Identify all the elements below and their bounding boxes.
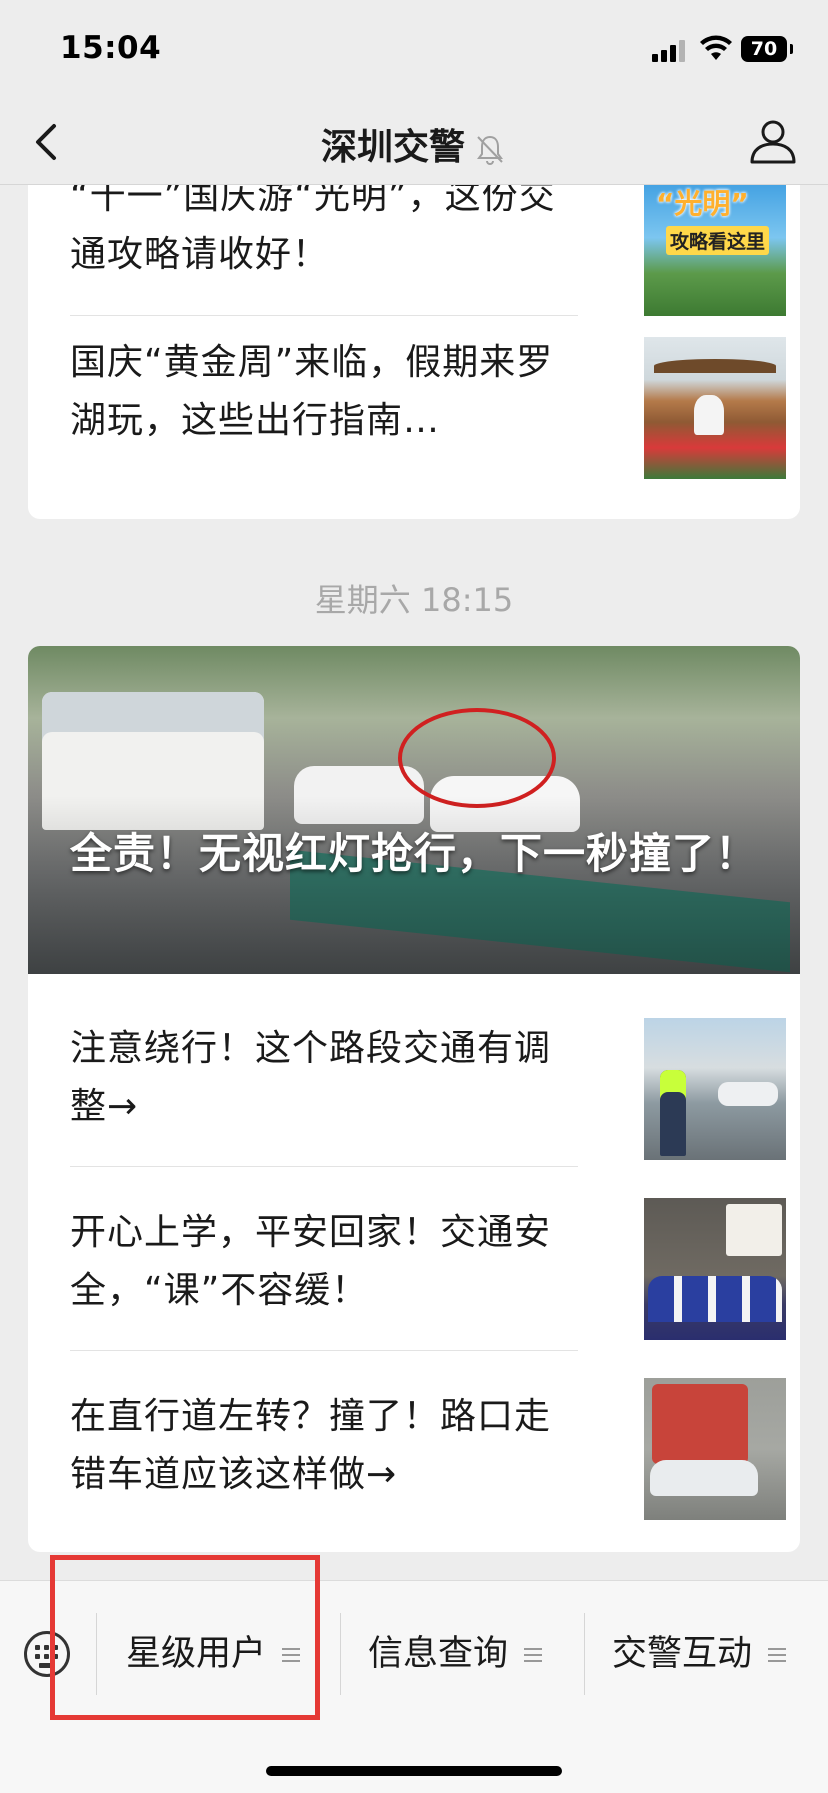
statue-shape <box>694 395 724 435</box>
page-title: 深圳交警 <box>0 118 828 170</box>
status-bar: 15:04 70 <box>0 0 828 100</box>
submenu-icon <box>524 1648 543 1662</box>
status-time: 15:04 <box>60 30 162 66</box>
highlight-box <box>50 1555 320 1720</box>
menu-item-police-interaction[interactable]: 交警互动 <box>612 1623 787 1685</box>
article-thumbnail <box>644 1018 786 1160</box>
students-shape <box>648 1276 782 1322</box>
home-indicator <box>266 1766 562 1776</box>
thumbnail-text: “光明” <box>656 187 749 220</box>
article-group-card: 全责！无视红灯抢行，下一秒撞了！ 注意绕行！这个路段交通有调整→ 开心上学，平安… <box>28 646 800 1552</box>
article-divider <box>70 1350 578 1351</box>
article-title: 在直行道左转？撞了！路口走错车道应该这样做→ <box>70 1396 552 1495</box>
car-shape <box>650 1460 758 1496</box>
menu-item-label: 交警互动 <box>612 1634 753 1674</box>
battery-icon: 70 <box>741 36 793 62</box>
menu-item-label: 信息查询 <box>368 1634 509 1674</box>
hero-shade <box>28 796 800 974</box>
article-item[interactable]: 注意绕行！这个路段交通有调整→ <box>70 1018 790 1204</box>
article-item[interactable]: 开心上学，平安回家！交通安全，“课”不容缓！ <box>70 1198 790 1388</box>
article-thumbnail: “光明” 攻略看这里 <box>644 174 786 316</box>
headline-article[interactable]: 全责！无视红灯抢行，下一秒撞了！ <box>28 646 800 974</box>
muted-bell-icon <box>477 135 503 165</box>
article-divider <box>70 1166 578 1167</box>
thumbnail-subtext: 攻略看这里 <box>666 226 770 255</box>
navigation-bar: 深圳交警 <box>0 100 828 185</box>
article-title: 注意绕行！这个路段交通有调整→ <box>70 1028 552 1127</box>
article-item[interactable]: 在直行道左转？撞了！路口走错车道应该这样做→ <box>70 1378 790 1552</box>
headline-title: 全责！无视红灯抢行，下一秒撞了！ <box>70 829 759 878</box>
highlight-circle <box>398 708 556 808</box>
menu-item-info-query[interactable]: 信息查询 <box>368 1623 543 1685</box>
submenu-icon <box>768 1648 787 1662</box>
menu-separator <box>340 1613 341 1695</box>
wifi-icon <box>700 35 732 60</box>
cellular-signal-icon <box>652 38 688 62</box>
gate-roof-shape <box>654 359 776 373</box>
article-divider <box>70 315 578 316</box>
article-thumbnail <box>644 337 786 479</box>
article-title: “十一”国庆游“光明”，这份交通攻略请收好！ <box>70 176 556 275</box>
article-thumbnail <box>644 1378 786 1520</box>
truck-shape <box>652 1384 748 1464</box>
screen-shape <box>726 1204 782 1256</box>
article-title: 国庆“黄金周”来临，假期来罗湖玩，这些出行指南… <box>70 342 554 441</box>
article-item[interactable]: “十一”国庆游“光明”，这份交通攻略请收好！ “光明” 攻略看这里 <box>70 168 790 352</box>
account-name: 深圳交警 <box>320 127 465 168</box>
article-title: 开心上学，平安回家！交通安全，“课”不容缓！ <box>70 1212 552 1311</box>
message-timestamp: 星期六 18:15 <box>314 581 514 619</box>
car-shape <box>718 1082 778 1106</box>
police-officer-shape <box>660 1070 686 1156</box>
menu-separator <box>584 1613 585 1695</box>
profile-icon[interactable] <box>748 116 798 166</box>
article-item[interactable]: 国庆“黄金周”来临，假期来罗湖玩，这些出行指南… <box>70 334 790 518</box>
article-thumbnail <box>644 1198 786 1340</box>
